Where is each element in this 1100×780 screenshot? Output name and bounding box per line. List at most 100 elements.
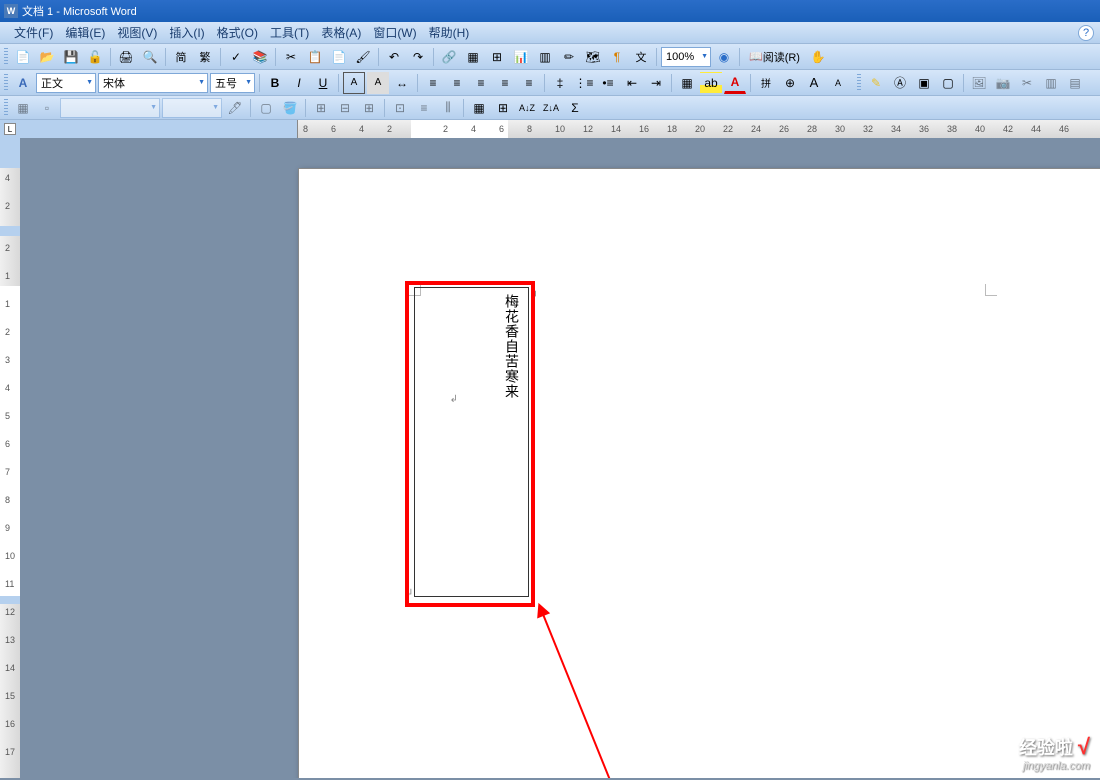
excel-button[interactable]: 📊 — [510, 46, 532, 68]
new-doc-button[interactable]: 📄 — [12, 46, 34, 68]
shading-color-button[interactable]: 🪣 — [279, 97, 301, 119]
menu-help[interactable]: 帮助(H) — [423, 22, 476, 43]
vertical-text-box[interactable]: ↲ 梅花香自苦寒来 ↲ ↲ — [414, 287, 529, 597]
tab-selector[interactable]: L — [4, 123, 16, 135]
sort-asc-button[interactable]: A↓Z — [516, 97, 538, 119]
font-color-button[interactable]: A — [724, 72, 746, 94]
paste-button[interactable]: 📄 — [328, 46, 350, 68]
italic-button[interactable]: I — [288, 72, 310, 94]
increase-indent-button[interactable]: ⇥ — [645, 72, 667, 94]
highlight-button[interactable]: ab — [700, 72, 722, 94]
textbox-content[interactable]: 梅花香自苦寒来 — [500, 288, 528, 399]
copy-button[interactable]: 📋 — [304, 46, 326, 68]
help-button[interactable]: ◉ — [713, 46, 735, 68]
style-dropdown[interactable]: 正文 — [36, 73, 96, 93]
draw-table-button[interactable]: ▦ — [12, 97, 34, 119]
borders-button[interactable]: ▦ — [676, 72, 698, 94]
insert-table2-button[interactable]: ⊞ — [310, 97, 332, 119]
layout-button[interactable]: ▤ — [1064, 72, 1086, 94]
eraser-button[interactable]: ▫ — [36, 97, 58, 119]
bullets-button[interactable]: •≡ — [597, 72, 619, 94]
scan-button[interactable]: 📷 — [992, 72, 1014, 94]
line-style-dropdown[interactable] — [60, 98, 160, 118]
font-dropdown[interactable]: 宋体 — [98, 73, 208, 93]
hide-gridlines-button[interactable]: ⊞ — [492, 97, 514, 119]
group-button[interactable]: ▣ — [913, 72, 935, 94]
doc-map-button[interactable]: 🗺 — [582, 46, 604, 68]
columns-button[interactable]: ▥ — [534, 46, 556, 68]
print-button[interactable]: 🖨 — [115, 46, 137, 68]
menu-view[interactable]: 视图(V) — [111, 22, 163, 43]
menu-tools[interactable]: 工具(T) — [264, 22, 315, 43]
help-icon[interactable]: ? — [1078, 25, 1094, 41]
align-left-button[interactable]: ≡ — [422, 72, 444, 94]
numbering-button[interactable]: ⋮≡ — [573, 72, 595, 94]
text-tool-button[interactable]: Ⓐ — [889, 72, 911, 94]
vertical-ruler[interactable]: 4 2 2 1 1 2 3 4 5 6 7 8 9 10 11 12 13 14… — [0, 138, 20, 778]
menu-format[interactable]: 格式(O) — [211, 22, 264, 43]
distribute-cols-button[interactable]: ⫼ — [437, 97, 459, 119]
undo-button[interactable]: ↶ — [383, 46, 405, 68]
horizontal-ruler[interactable]: 8 6 4 2 2 4 6 8 10 12 14 16 18 20 22 24 … — [298, 120, 1100, 138]
spellcheck-button[interactable]: ✓ — [225, 46, 247, 68]
align-right-button[interactable]: ≡ — [470, 72, 492, 94]
chinese-traditional-button[interactable]: 繁 — [194, 46, 216, 68]
menu-edit[interactable]: 编辑(E) — [59, 22, 111, 43]
more-button[interactable]: ▥ — [1040, 72, 1062, 94]
page[interactable]: ↲ 梅花香自苦寒来 ↲ ↲ — [298, 168, 1100, 778]
insert-table-button[interactable]: ⊞ — [486, 46, 508, 68]
shrink-font-button[interactable]: A — [827, 72, 849, 94]
distribute-button[interactable]: ≡ — [518, 72, 540, 94]
grow-font-button[interactable]: A — [803, 72, 825, 94]
decrease-indent-button[interactable]: ⇤ — [621, 72, 643, 94]
research-button[interactable]: 📚 — [249, 46, 271, 68]
align-center-button[interactable]: ≡ — [446, 72, 468, 94]
chinese-simplify-button[interactable]: 简 — [170, 46, 192, 68]
drawing-button[interactable]: ✏ — [558, 46, 580, 68]
autoformat-button[interactable]: ▦ — [468, 97, 490, 119]
phonetic-guide-button[interactable]: 拼 — [755, 72, 777, 94]
distribute-rows-button[interactable]: ≡ — [413, 97, 435, 119]
photo-button[interactable]: 🖼 — [968, 72, 990, 94]
line-weight-dropdown[interactable] — [162, 98, 222, 118]
tables-borders-button[interactable]: ▦ — [462, 46, 484, 68]
menu-insert[interactable]: 插入(I) — [163, 22, 210, 43]
document-area[interactable]: ↲ 梅花香自苦寒来 ↲ ↲ — [20, 138, 1100, 778]
border-color-button[interactable]: 🖊 — [224, 97, 246, 119]
char-scaling-button[interactable]: ↔ — [391, 72, 413, 94]
format-painter-button[interactable]: 🖌 — [352, 46, 374, 68]
clip-button[interactable]: ✂ — [1016, 72, 1038, 94]
split-cells-button[interactable]: ⊞ — [358, 97, 380, 119]
read-mode-button[interactable]: 📖 阅读(R) — [744, 46, 805, 68]
styles-pane-button[interactable]: A — [12, 72, 34, 94]
char-border-button[interactable]: A — [343, 72, 365, 94]
menu-window[interactable]: 窗口(W) — [367, 22, 422, 43]
autosum-button[interactable]: Σ — [564, 97, 586, 119]
bold-button[interactable]: B — [264, 72, 286, 94]
preview-button[interactable]: 🔍 — [139, 46, 161, 68]
cut-button[interactable]: ✂ — [280, 46, 302, 68]
highlighter-button[interactable]: ✎ — [865, 72, 887, 94]
zoom-dropdown[interactable]: 100% — [661, 47, 711, 67]
save-button[interactable]: 💾 — [60, 46, 82, 68]
justify-button[interactable]: ≡ — [494, 72, 516, 94]
hyperlink-button[interactable]: 🔗 — [438, 46, 460, 68]
show-marks-button[interactable]: ¶ — [606, 46, 628, 68]
font-size-dropdown[interactable]: 五号 — [210, 73, 255, 93]
redo-button[interactable]: ↷ — [407, 46, 429, 68]
hand-button[interactable]: ✋ — [807, 46, 829, 68]
underline-button[interactable]: U — [312, 72, 334, 94]
ungroup-button[interactable]: ▢ — [937, 72, 959, 94]
char-shading-button[interactable]: A — [367, 72, 389, 94]
sort-desc-button[interactable]: Z↓A — [540, 97, 562, 119]
merge-cells-button[interactable]: ⊟ — [334, 97, 356, 119]
text-direction-button[interactable]: 文 — [630, 46, 652, 68]
line-spacing-button[interactable]: ‡ — [549, 72, 571, 94]
outside-border-button[interactable]: ▢ — [255, 97, 277, 119]
enclose-char-button[interactable]: ⊕ — [779, 72, 801, 94]
align-cell-button[interactable]: ⊡ — [389, 97, 411, 119]
open-button[interactable]: 📂 — [36, 46, 58, 68]
menu-file[interactable]: 文件(F) — [8, 22, 59, 43]
menu-table[interactable]: 表格(A) — [315, 22, 367, 43]
permission-button[interactable]: 🔓 — [84, 46, 106, 68]
